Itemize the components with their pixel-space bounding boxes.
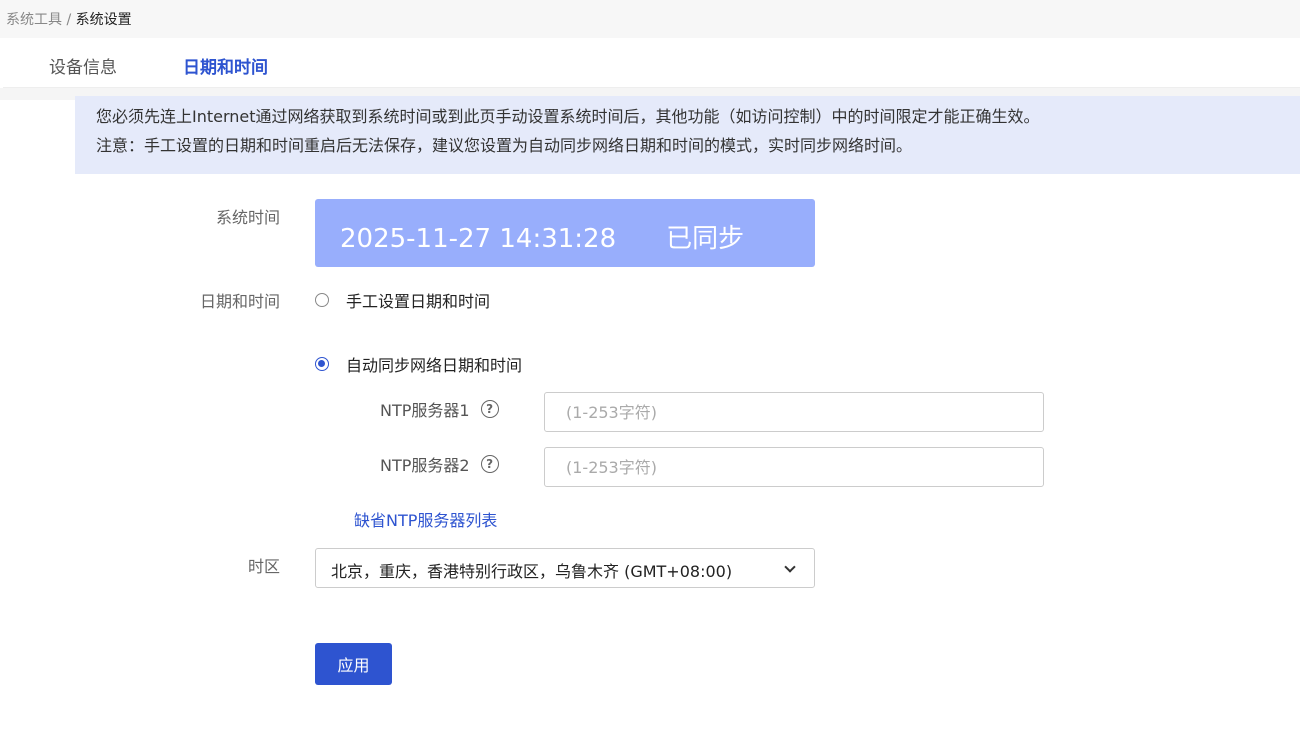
- notice-line-1: 您必须先连上Internet通过网络获取到系统时间或到此页手动设置系统时间后，其…: [96, 107, 1040, 126]
- manual-time-option[interactable]: 手工设置日期和时间: [315, 288, 490, 312]
- system-time-display: 2025-11-27 14:31:28 已同步: [315, 199, 815, 267]
- system-time-label: 系统时间: [215, 208, 280, 227]
- help-icon[interactable]: ?: [480, 400, 499, 418]
- default-ntp-list-link[interactable]: 缺省NTP服务器列表: [354, 507, 497, 531]
- auto-sync-radio[interactable]: [315, 357, 329, 371]
- timezone-value: 北京，重庆，香港特别行政区，乌鲁木齐 (GMT+08:00): [331, 562, 733, 581]
- manual-time-option-label: 手工设置日期和时间: [346, 292, 491, 311]
- notice-line-2: 注意：手工设置的日期和时间重启后无法保存，建议您设置为自动同步网络日期和时间的模…: [96, 136, 913, 155]
- breadcrumb: 系统工具 / 系统设置: [0, 0, 1300, 38]
- date-time-label: 日期和时间: [199, 292, 280, 311]
- breadcrumb-parent[interactable]: 系统工具: [6, 12, 62, 28]
- timezone-label: 时区: [247, 557, 280, 576]
- ntp-server-2-label-text: NTP服务器2: [380, 456, 470, 475]
- chevron-down-icon: [784, 561, 796, 573]
- ntp-server-2-input[interactable]: [544, 447, 1044, 487]
- breadcrumb-separator: /: [62, 12, 76, 28]
- tab-device-info[interactable]: 设备信息: [49, 53, 117, 78]
- system-time-value: 2025-11-27 14:31:28: [340, 224, 617, 254]
- ntp-server-1-input[interactable]: [544, 392, 1044, 432]
- apply-button[interactable]: 应用: [315, 643, 392, 685]
- tab-bar: 设备信息 日期和时间: [3, 38, 1300, 88]
- ntp-server-1-label-text: NTP服务器1: [380, 401, 470, 420]
- manual-time-radio[interactable]: [315, 293, 329, 307]
- help-icon[interactable]: ?: [480, 455, 499, 473]
- ntp-server-1-label: NTP服务器1 ?: [380, 397, 499, 421]
- timezone-select[interactable]: 北京，重庆，香港特别行政区，乌鲁木齐 (GMT+08:00): [315, 548, 815, 588]
- auto-sync-option[interactable]: 自动同步网络日期和时间: [315, 352, 522, 376]
- auto-sync-option-label: 自动同步网络日期和时间: [346, 356, 523, 375]
- notice-banner: 您必须先连上Internet通过网络获取到系统时间或到此页手动设置系统时间后，其…: [75, 96, 1300, 174]
- ntp-server-2-label: NTP服务器2 ?: [380, 452, 499, 476]
- sync-status: 已同步: [666, 224, 745, 254]
- tab-date-time[interactable]: 日期和时间: [183, 53, 268, 78]
- breadcrumb-current: 系统设置: [75, 12, 132, 28]
